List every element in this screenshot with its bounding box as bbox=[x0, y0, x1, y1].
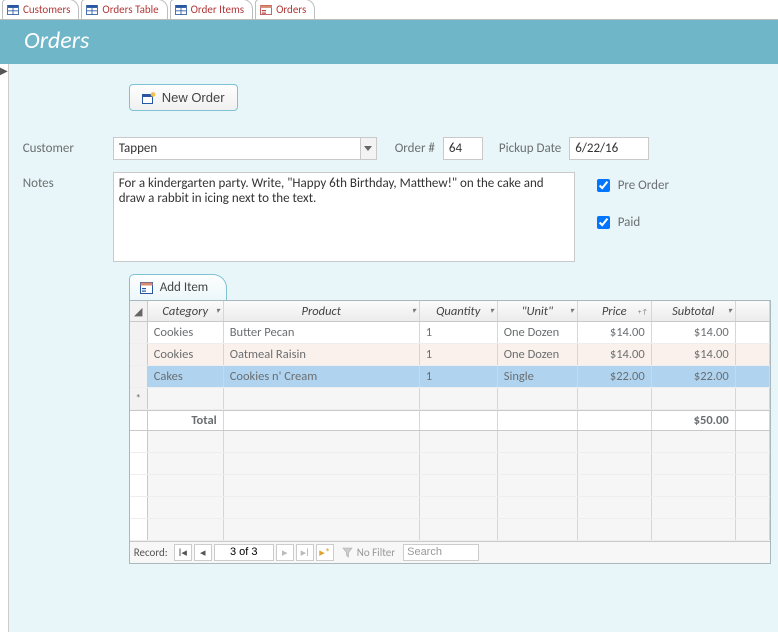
empty-row bbox=[130, 497, 770, 519]
form-header: Orders bbox=[0, 20, 778, 64]
cell-subtotal[interactable]: $22.00 bbox=[652, 366, 736, 387]
document-tabs: Customers Orders Table Order Items Order… bbox=[0, 0, 778, 20]
form-icon bbox=[260, 5, 272, 15]
tab-orders-table[interactable]: Orders Table bbox=[81, 0, 167, 19]
total-row: Total $50.00 bbox=[130, 410, 770, 431]
empty-row bbox=[130, 475, 770, 497]
order-num-input[interactable] bbox=[443, 137, 483, 160]
nav-last-button[interactable]: ▸I bbox=[296, 544, 314, 561]
no-filter-label[interactable]: No Filter bbox=[357, 546, 395, 559]
col-price[interactable]: Price+↑ bbox=[578, 301, 652, 321]
cell-price[interactable]: $22.00 bbox=[578, 366, 652, 387]
col-category[interactable]: Category▾ bbox=[148, 301, 224, 321]
table-row[interactable]: CookiesOatmeal Raisin1One Dozen$14.00$14… bbox=[130, 344, 770, 366]
cell-price[interactable]: $14.00 bbox=[578, 322, 652, 343]
cell-quantity[interactable]: 1 bbox=[420, 366, 498, 387]
table-icon bbox=[86, 5, 98, 15]
cell-unit[interactable]: One Dozen bbox=[498, 344, 578, 365]
col-padding bbox=[736, 301, 770, 321]
col-subtotal[interactable]: Subtotal▾ bbox=[652, 301, 736, 321]
order-num-label: Order # bbox=[395, 141, 435, 156]
cell-category[interactable]: Cookies bbox=[148, 344, 224, 365]
cell-product[interactable]: Butter Pecan bbox=[224, 322, 420, 343]
record-navigator: Record: I◂ ◂ ▸ ▸I ▸* No Filter bbox=[130, 541, 770, 563]
cell-unit[interactable]: One Dozen bbox=[498, 322, 578, 343]
new-record-row[interactable]: * bbox=[130, 388, 770, 409]
customer-input[interactable] bbox=[113, 137, 360, 160]
button-label: Add Item bbox=[160, 280, 208, 295]
new-order-button[interactable]: New Order bbox=[129, 84, 238, 111]
cell-price[interactable]: $14.00 bbox=[578, 344, 652, 365]
col-unit[interactable]: "Unit"▾ bbox=[498, 301, 578, 321]
cell-quantity[interactable]: 1 bbox=[420, 322, 498, 343]
total-label: Total bbox=[148, 411, 224, 430]
cell-subtotal[interactable]: $14.00 bbox=[652, 322, 736, 343]
empty-row bbox=[130, 519, 770, 541]
record-position-input[interactable] bbox=[214, 544, 274, 561]
order-items-datasheet: ◢ Category▾ Product▾ Quantity▾ "Unit"▾ P… bbox=[129, 300, 771, 564]
cell-subtotal[interactable]: $14.00 bbox=[652, 344, 736, 365]
chevron-down-icon bbox=[364, 146, 372, 151]
add-item-button[interactable]: Add Item bbox=[129, 274, 227, 300]
total-value: $50.00 bbox=[652, 411, 736, 430]
filter-icon bbox=[342, 547, 353, 558]
cell-unit[interactable]: Single bbox=[498, 366, 578, 387]
tab-order-items[interactable]: Order Items bbox=[170, 0, 253, 19]
new-record-icon bbox=[142, 92, 156, 104]
tab-label: Orders Table bbox=[102, 3, 158, 16]
table-icon bbox=[175, 5, 187, 15]
tab-label: Orders bbox=[276, 3, 306, 16]
cell-quantity[interactable]: 1 bbox=[420, 344, 498, 365]
paid-label: Paid bbox=[618, 215, 640, 230]
tab-orders[interactable]: Orders bbox=[255, 0, 315, 19]
form-add-icon bbox=[140, 282, 154, 294]
page-title: Orders bbox=[24, 26, 89, 55]
pickup-date-input[interactable] bbox=[569, 137, 649, 160]
nav-next-button[interactable]: ▸ bbox=[276, 544, 294, 561]
table-icon bbox=[7, 5, 19, 15]
notes-input[interactable] bbox=[113, 172, 575, 262]
tab-customers[interactable]: Customers bbox=[2, 0, 79, 19]
tab-label: Customers bbox=[23, 3, 70, 16]
cell-product[interactable]: Oatmeal Raisin bbox=[224, 344, 420, 365]
datasheet-header: ◢ Category▾ Product▾ Quantity▾ "Unit"▾ P… bbox=[130, 301, 770, 322]
empty-row bbox=[130, 431, 770, 453]
cell-category[interactable]: Cookies bbox=[148, 322, 224, 343]
customer-combo[interactable] bbox=[113, 137, 377, 160]
cell-category[interactable]: Cakes bbox=[148, 366, 224, 387]
paid-checkbox[interactable]: Paid bbox=[593, 213, 669, 232]
tab-label: Order Items bbox=[191, 3, 244, 16]
pre-order-label: Pre Order bbox=[618, 178, 669, 193]
nav-new-button[interactable]: ▸* bbox=[316, 544, 334, 561]
select-all-corner[interactable]: ◢ bbox=[130, 301, 148, 321]
search-input[interactable] bbox=[403, 544, 479, 561]
notes-label: Notes bbox=[23, 172, 113, 191]
table-row[interactable]: CakesCookies n' Cream1Single$22.00$22.00 bbox=[130, 366, 770, 388]
record-selector[interactable]: ▶ bbox=[0, 64, 9, 632]
form-body: New Order Customer Order # Pickup Date N… bbox=[9, 64, 778, 632]
table-row[interactable]: CookiesButter Pecan1One Dozen$14.00$14.0… bbox=[130, 322, 770, 344]
nav-prev-button[interactable]: ◂ bbox=[194, 544, 212, 561]
nav-first-button[interactable]: I◂ bbox=[174, 544, 192, 561]
pre-order-check-input[interactable] bbox=[597, 179, 610, 192]
customer-label: Customer bbox=[23, 137, 113, 156]
combo-dropdown-button[interactable] bbox=[360, 137, 377, 160]
col-quantity[interactable]: Quantity▾ bbox=[420, 301, 498, 321]
pickup-date-label: Pickup Date bbox=[499, 141, 561, 156]
pre-order-checkbox[interactable]: Pre Order bbox=[593, 176, 669, 195]
empty-row bbox=[130, 453, 770, 475]
record-label: Record: bbox=[134, 546, 168, 559]
button-label: New Order bbox=[162, 90, 225, 105]
col-product[interactable]: Product▾ bbox=[224, 301, 420, 321]
cell-product[interactable]: Cookies n' Cream bbox=[224, 366, 420, 387]
paid-check-input[interactable] bbox=[597, 216, 610, 229]
